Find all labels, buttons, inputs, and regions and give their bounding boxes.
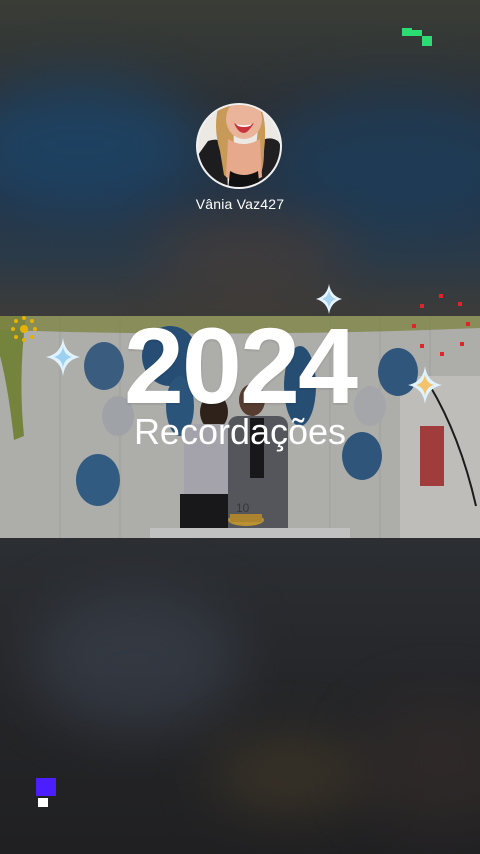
story-viewer[interactable]: Vânia Vaz427 10 2024 Recordações	[0, 0, 480, 854]
background-blur	[30, 590, 240, 730]
sparkle-icon	[408, 366, 442, 404]
app-logo-icon	[402, 28, 434, 50]
sparkle-icon	[46, 338, 80, 376]
background-blur	[210, 740, 370, 810]
profile-photo	[198, 105, 280, 187]
memories-subtitle: Recordações	[133, 411, 347, 452]
avatar[interactable]	[196, 103, 282, 189]
background-blur	[150, 215, 350, 295]
background-blur	[0, 80, 200, 210]
background-blur	[360, 700, 480, 830]
watermark-logo-icon	[36, 778, 56, 808]
fireworks-icon	[412, 294, 470, 356]
sun-icon	[11, 316, 37, 342]
profile-username[interactable]: Vânia Vaz427	[0, 196, 480, 212]
